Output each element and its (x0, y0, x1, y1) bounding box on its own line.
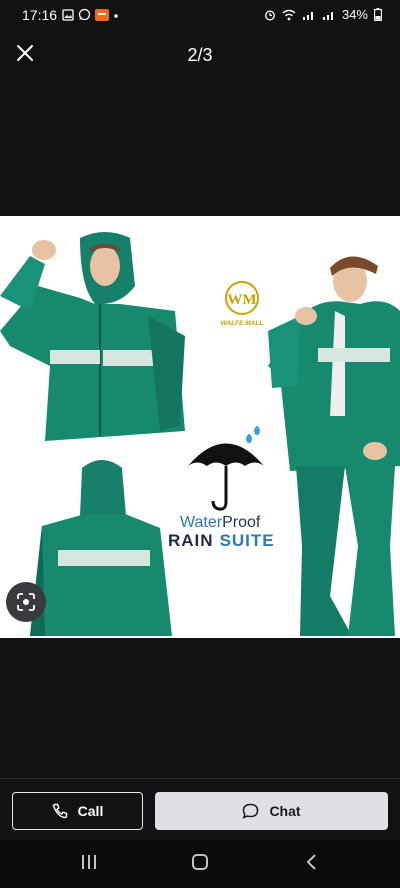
chat-bubble-icon (243, 803, 259, 819)
home-icon (192, 854, 208, 870)
gallery-icon (62, 8, 74, 21)
svg-text:RAINSUITE: RAIN SUITE (168, 531, 275, 550)
chat-label: Chat (269, 803, 301, 819)
lens-search-button[interactable] (6, 582, 46, 622)
back-button[interactable] (303, 852, 321, 877)
model-front-hood (0, 232, 185, 441)
divider (0, 778, 400, 779)
recents-button[interactable] (80, 852, 98, 877)
battery-percent: 34% (341, 7, 368, 22)
signal-icon-1 (302, 11, 313, 20)
raincoat-illustration: WM WALFE MALL WaterProof RAIN SUITE (0, 232, 400, 636)
system-nav-bar (0, 840, 400, 888)
status-time: 17:16 (22, 7, 58, 23)
product-image: WM WALFE MALL WaterProof RAIN SUITE (0, 216, 400, 638)
headline-suite: SUITE (220, 531, 275, 550)
alarm-icon (265, 10, 275, 20)
status-right: 34% (264, 7, 382, 22)
tagline-proof: Proof (222, 514, 261, 531)
battery-icon (374, 8, 382, 21)
call-button[interactable]: Call (12, 792, 143, 830)
model-back (30, 460, 172, 636)
brand-logo: WM WALFE MALL (221, 281, 264, 327)
whatsapp-icon (78, 8, 91, 21)
umbrella-icon (188, 426, 264, 511)
lens-icon (17, 593, 35, 611)
signal-icon-2 (322, 11, 333, 20)
home-button[interactable] (191, 852, 209, 877)
more-notifications-icon (114, 13, 118, 18)
wifi-icon (282, 9, 296, 20)
image-counter: 2/3 (187, 45, 213, 65)
brand-name: WALFE MALL (221, 320, 264, 327)
svg-text:WaterProof: WaterProof (180, 514, 261, 531)
model-full-suit (268, 256, 400, 636)
brand-monogram: WM (227, 292, 256, 308)
status-bar: 17:16 34% (0, 0, 400, 30)
back-icon (306, 854, 316, 870)
tagline-water: Water (180, 514, 223, 531)
notification-icons (62, 8, 119, 21)
viewer-header: 2/3 (0, 30, 400, 82)
recents-icon (82, 855, 96, 869)
headline-rain: RAIN (168, 531, 214, 550)
call-label: Call (77, 803, 104, 819)
shopping-app-icon (95, 8, 109, 21)
phone-icon (52, 803, 67, 819)
chat-button[interactable]: Chat (155, 792, 388, 830)
